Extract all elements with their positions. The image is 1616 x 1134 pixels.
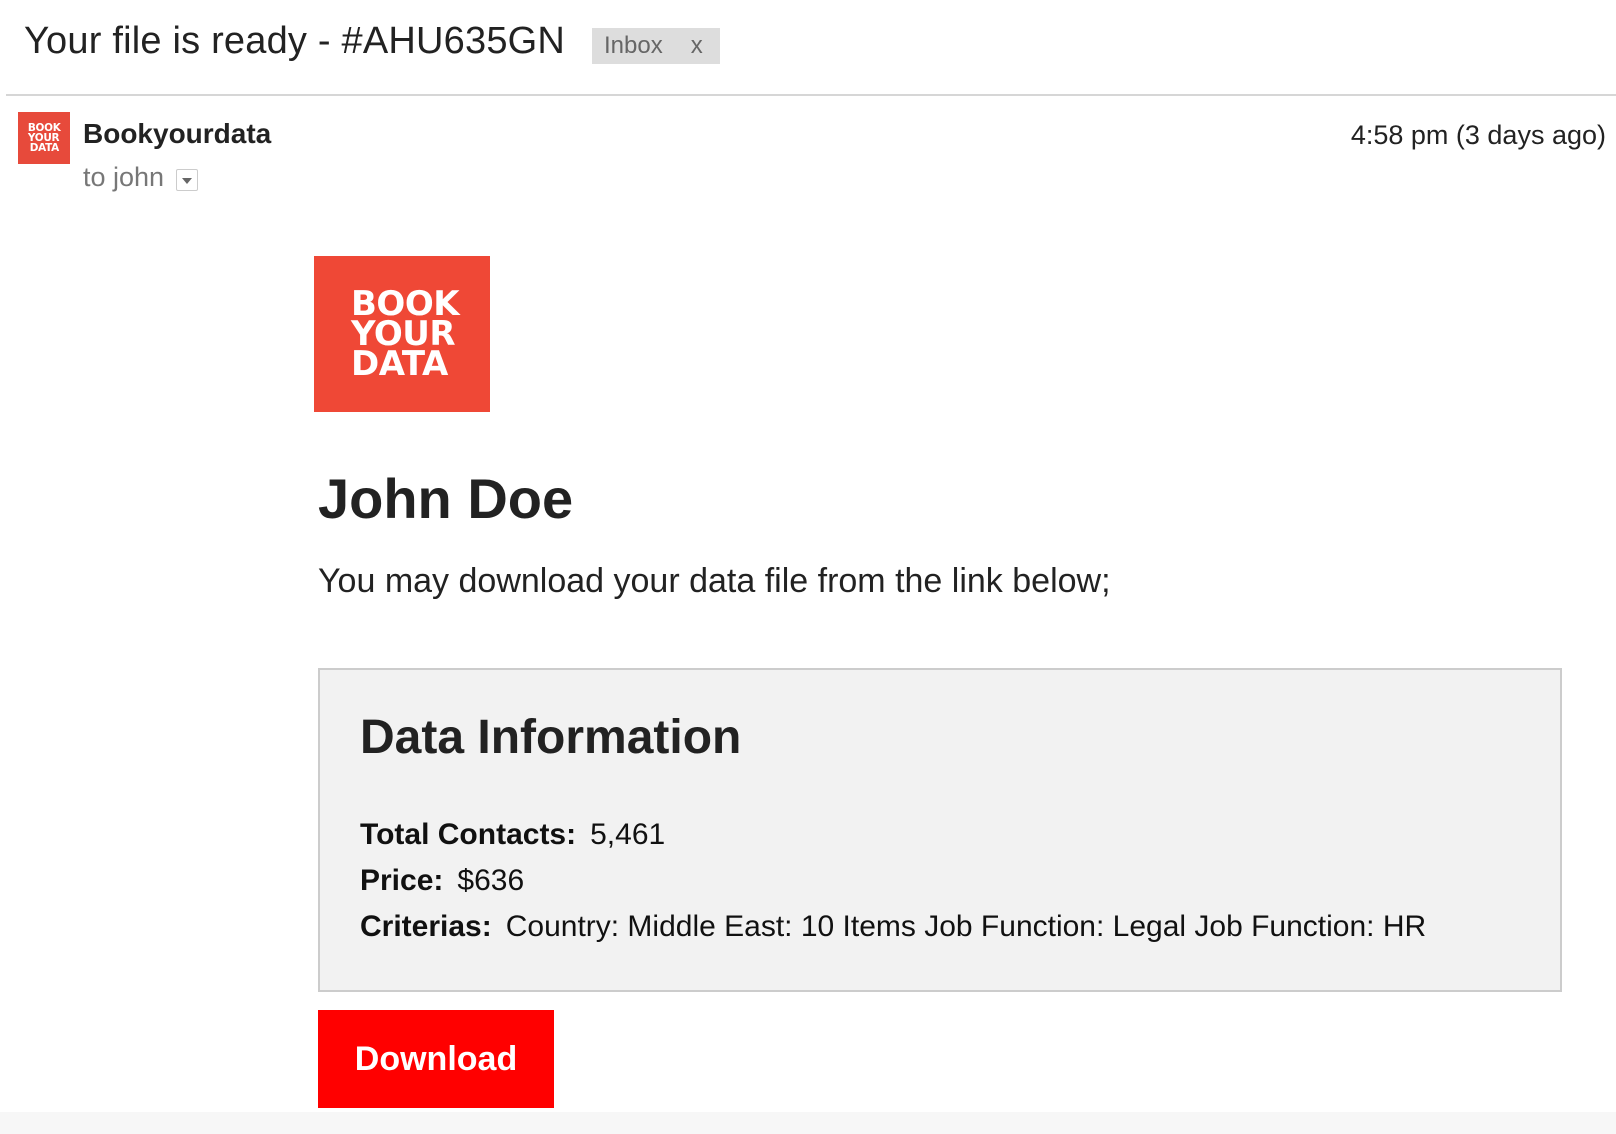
download-button[interactable]: Download <box>318 1010 554 1108</box>
subject-bar: Your file is ready - #AHU635GN Inbox x <box>6 0 1616 96</box>
info-key: Price: <box>360 864 444 897</box>
data-information-title: Data Information <box>360 711 742 764</box>
email-subject: Your file is ready - #AHU635GN <box>24 20 566 62</box>
remove-label-icon[interactable]: x <box>691 28 703 64</box>
intro-text: You may download your data file from the… <box>318 562 1111 600</box>
email-timestamp: 4:58 pm (3 days ago) <box>1350 120 1606 150</box>
bottom-strip <box>0 1112 1616 1134</box>
email-view: Your file is ready - #AHU635GN Inbox x B… <box>0 0 1616 1134</box>
info-value: 5,461 <box>590 818 666 851</box>
avatar-text-line: DATA <box>29 141 59 154</box>
total-contacts-row: Total Contacts: 5,461 <box>360 818 665 852</box>
criterias-row: Criterias: Country: Middle East: 10 Items… <box>360 910 1426 944</box>
data-information-box: Data Information Total Contacts: 5,461 Pr… <box>318 668 1562 992</box>
info-key: Total Contacts: <box>360 818 577 851</box>
recipient-text: to john <box>83 162 165 192</box>
price-row: Price: $636 <box>360 864 524 898</box>
inbox-label-text[interactable]: Inbox <box>604 28 663 64</box>
show-details-dropdown-icon[interactable] <box>176 168 199 191</box>
info-value: Country: Middle East: 10 Items Job Funct… <box>505 910 1427 943</box>
bookyourdata-logo: BOOK YOUR DATA <box>314 256 490 412</box>
recipient-greeting: John Doe <box>318 467 574 530</box>
recipient-line: to john <box>83 162 199 193</box>
info-value: $636 <box>457 864 525 897</box>
info-key: Criterias: <box>360 910 492 943</box>
sender-avatar: BOOK YOUR DATA <box>18 112 70 164</box>
logo-text-line: DATA <box>351 344 448 384</box>
inbox-label-chip[interactable]: Inbox x <box>592 28 720 64</box>
sender-name[interactable]: Bookyourdata <box>83 118 271 150</box>
